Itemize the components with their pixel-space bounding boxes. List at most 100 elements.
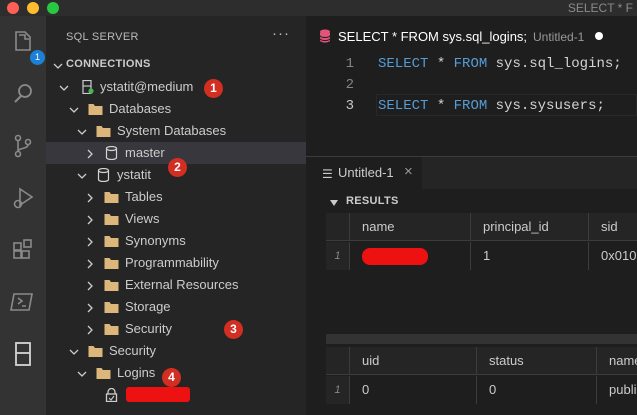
table-cell[interactable]: 0 xyxy=(477,376,597,404)
table-cell[interactable]: 0 xyxy=(350,376,477,404)
zoom-window-button[interactable] xyxy=(47,2,59,14)
run-debug-icon[interactable] xyxy=(7,182,39,214)
folder-icon xyxy=(88,102,103,116)
connections-section-title: CONNECTIONS xyxy=(66,58,151,70)
results-tab-title: Untitled-1 xyxy=(338,165,394,180)
folder-icon xyxy=(104,256,119,270)
code-token: * xyxy=(428,98,454,114)
database-icon xyxy=(96,167,111,183)
sidebar-title: SQL SERVER xyxy=(66,31,139,43)
code-token: * xyxy=(428,56,454,72)
code-line[interactable]: SELECT * FROM sys.sql_logins; xyxy=(378,56,622,72)
source-control-icon[interactable] xyxy=(7,130,39,162)
editor-tab[interactable]: SELECT * FROM sys.sql_logins; Untitled-1 xyxy=(306,16,637,56)
keyword-token: FROM xyxy=(453,98,488,114)
table-cell[interactable]: 1 xyxy=(471,242,589,270)
server-icon xyxy=(80,79,95,95)
table-cell[interactable]: 0x010 xyxy=(589,242,637,270)
tree-item-programmability[interactable]: Programmability xyxy=(46,252,306,274)
connections-section-header[interactable]: CONNECTIONS xyxy=(46,54,306,76)
column-header[interactable]: status xyxy=(477,347,597,375)
column-header[interactable]: name xyxy=(350,213,471,241)
column-header[interactable]: uid xyxy=(350,347,477,375)
row-number: 1 xyxy=(326,376,350,404)
chevron-right-icon xyxy=(84,257,96,269)
activity-bar: 1 xyxy=(0,16,46,415)
code-line[interactable]: SELECT * FROM sys.sysusers; xyxy=(378,98,605,114)
column-header[interactable]: name xyxy=(597,347,637,375)
results-label: RESULTS xyxy=(346,195,399,207)
folder-icon xyxy=(104,234,119,248)
window-title: SELECT * F xyxy=(567,1,633,15)
code-token: sys.sql_logins; xyxy=(487,56,622,72)
files-badge: 1 xyxy=(30,50,45,65)
chevron-right-icon xyxy=(84,147,96,159)
tree-item-tables[interactable]: Tables xyxy=(46,186,306,208)
close-window-button[interactable] xyxy=(7,2,19,14)
chevron-down-icon xyxy=(58,81,70,93)
tree-item-login[interactable] xyxy=(46,384,306,406)
line-number: 1 xyxy=(345,56,354,72)
results-tab[interactable]: ☰ Untitled-1 × xyxy=(306,157,422,189)
folder-icon xyxy=(104,212,119,226)
folder-icon xyxy=(104,322,119,336)
tree-item-label: ystatit xyxy=(117,167,151,182)
database-icon xyxy=(104,145,119,161)
chevron-down-icon xyxy=(76,169,88,181)
table-cell[interactable]: publi xyxy=(597,376,637,404)
redacted-login-name xyxy=(362,248,428,265)
close-icon[interactable]: × xyxy=(404,163,413,180)
annotation-marker: 1 xyxy=(204,79,223,98)
code-editor[interactable]: 1 SELECT * FROM sys.sql_logins; 2 3 SELE… xyxy=(306,56,637,156)
tree-item-label: Tables xyxy=(125,189,163,204)
tree-item-label: Synonyms xyxy=(125,233,186,248)
folder-icon xyxy=(104,300,119,314)
row-number: 1 xyxy=(326,242,350,270)
keyword-token: SELECT xyxy=(378,56,429,72)
title-bar: SELECT * F xyxy=(0,0,637,16)
editor-tab-bar: SELECT * FROM sys.sql_logins; Untitled-1 xyxy=(306,16,637,56)
tree-item-system-databases[interactable]: System Databases xyxy=(46,120,306,142)
table-cell[interactable] xyxy=(350,242,471,270)
more-actions-icon[interactable]: ··· xyxy=(272,25,290,42)
search-icon[interactable] xyxy=(7,78,39,110)
chevron-down-icon xyxy=(76,367,88,379)
tree-item-views[interactable]: Views xyxy=(46,208,306,230)
line-number: 2 xyxy=(345,77,354,93)
extensions-icon[interactable] xyxy=(7,234,39,266)
results-panel-tab-bar: ☰ Untitled-1 × xyxy=(306,157,637,189)
tree-item-external-resources[interactable]: External Resources xyxy=(46,274,306,296)
folder-icon xyxy=(104,278,119,292)
column-header[interactable]: sid xyxy=(589,213,637,241)
tree-item-server[interactable]: ystatit@medium xyxy=(46,76,306,98)
tree-item-label: Databases xyxy=(109,101,172,116)
tree-item-storage[interactable]: Storage xyxy=(46,296,306,318)
server-icon[interactable] xyxy=(7,338,39,370)
tree-item-database-security[interactable]: Security xyxy=(46,318,306,340)
editor-tab-title: SELECT * FROM sys.sql_logins; xyxy=(338,29,528,44)
chevron-down-icon xyxy=(52,59,64,71)
unsaved-dot-icon[interactable] xyxy=(595,32,603,40)
folder-icon xyxy=(96,366,111,380)
grid-corner-cell xyxy=(326,213,350,241)
tree-item-label: ystatit@medium xyxy=(100,79,194,94)
keyword-token: SELECT xyxy=(378,98,429,114)
tree-item-databases[interactable]: Databases xyxy=(46,98,306,120)
triangle-down-icon xyxy=(328,196,340,208)
minimize-window-button[interactable] xyxy=(27,2,39,14)
chevron-right-icon xyxy=(84,213,96,225)
login-lock-icon xyxy=(104,387,119,403)
column-header[interactable]: principal_id xyxy=(471,213,589,241)
tree-item-synonyms[interactable]: Synonyms xyxy=(46,230,306,252)
grid-separator[interactable] xyxy=(326,334,637,344)
chevron-right-icon xyxy=(84,323,96,335)
chevron-right-icon xyxy=(84,279,96,291)
terminal-icon[interactable] xyxy=(7,286,39,318)
tree-item-label: Views xyxy=(125,211,160,226)
chevron-down-icon xyxy=(68,103,80,115)
tree-item-server-security[interactable]: Security xyxy=(46,340,306,362)
sql-server-sidebar: SQL SERVER ··· CONNECTIONS ystatit@mediu… xyxy=(46,16,306,415)
database-icon xyxy=(318,29,332,43)
annotation-marker: 2 xyxy=(168,158,187,177)
files-icon[interactable]: 1 xyxy=(7,26,45,65)
